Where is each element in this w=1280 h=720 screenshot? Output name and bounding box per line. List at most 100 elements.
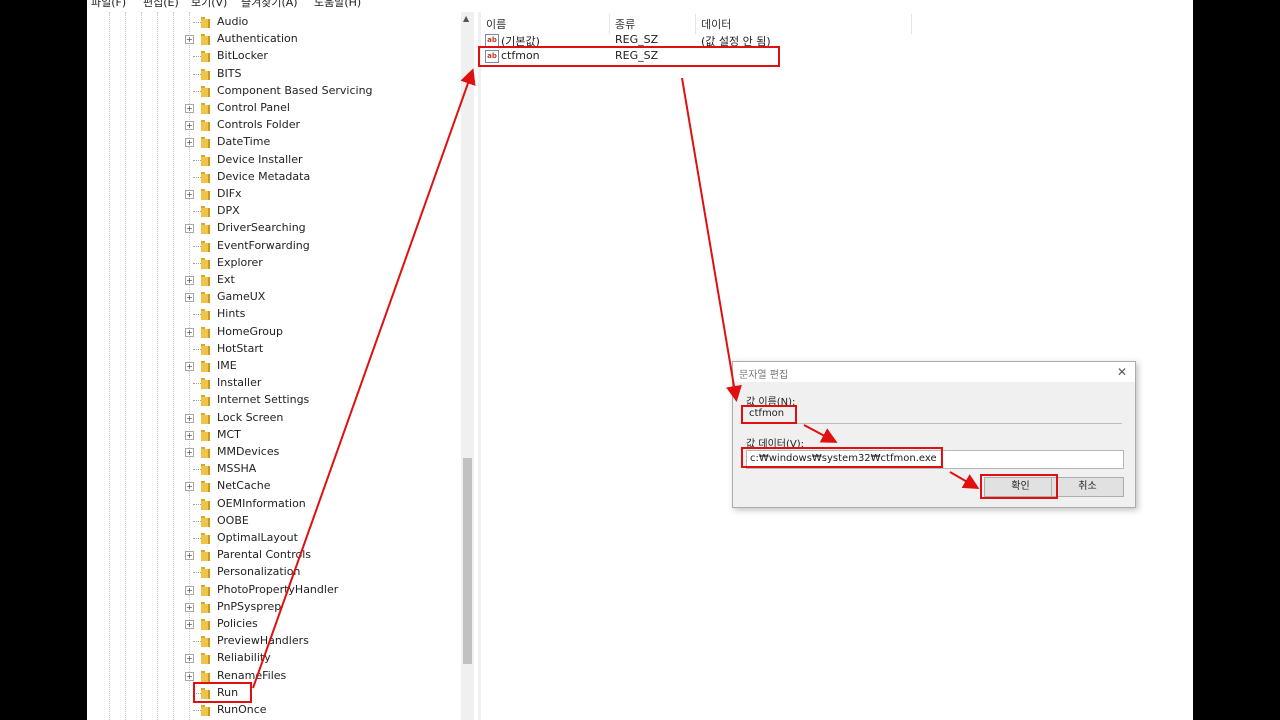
expand-icon[interactable]: + — [185, 654, 194, 664]
tree-item-controls-folder[interactable]: + Controls Folder — [87, 117, 457, 134]
dialog-title: 문자열 편집 — [739, 370, 789, 381]
tree-item-runonce[interactable]: RunOnce — [87, 702, 457, 719]
menu-view[interactable]: 보기(V) — [191, 0, 227, 10]
expand-icon[interactable]: + — [185, 121, 194, 131]
tree-item-difx[interactable]: + DIFx — [87, 186, 457, 203]
tree-item-netcache[interactable]: + NetCache — [87, 478, 457, 495]
column-header-type[interactable]: 종류 — [610, 14, 696, 34]
scroll-thumb[interactable] — [463, 458, 472, 664]
menu-favorites[interactable]: 즐겨찾기(A) — [241, 0, 298, 10]
tree-item-label: OOBE — [217, 513, 249, 527]
tree-item-eventforwarding[interactable]: EventForwarding — [87, 238, 457, 255]
expand-icon[interactable]: + — [185, 138, 194, 148]
expand-icon[interactable]: + — [185, 276, 194, 285]
key-tree[interactable]: Audio + Authentication BitLocker BITS Compone… — [87, 12, 461, 720]
tree-item-oeminformation[interactable]: OEMInformation — [87, 496, 457, 513]
tree-item-label: Reliability — [217, 651, 271, 665]
tree-item-parental-controls[interactable]: + Parental Controls — [87, 547, 457, 564]
expand-icon[interactable]: + — [185, 585, 194, 595]
tree-item-installer[interactable]: Installer — [87, 375, 457, 392]
expand-icon[interactable]: + — [185, 327, 194, 337]
column-header-data[interactable]: 데이터 — [696, 14, 912, 34]
tree-item-personalization[interactable]: Personalization — [87, 564, 457, 581]
folder-icon — [200, 653, 210, 665]
tree-item-authentication[interactable]: + Authentication — [87, 31, 457, 48]
dialog-titlebar[interactable]: 문자열 편집 ✕ — [733, 362, 1135, 382]
tree-item-gameux[interactable]: + GameUX — [87, 289, 457, 306]
tree-item-ext[interactable]: + Ext — [87, 272, 457, 289]
tree-item-audio[interactable]: Audio — [87, 14, 457, 31]
tree-item-control-panel[interactable]: + Control Panel — [87, 100, 457, 117]
tree-item-hotstart[interactable]: HotStart — [87, 341, 457, 358]
highlight-value-name — [741, 405, 797, 424]
tree-item-device-metadata[interactable]: Device Metadata — [87, 169, 457, 186]
menu-edit[interactable]: 편집(E) — [143, 0, 179, 10]
tree-item-mmdevices[interactable]: + MMDevices — [87, 444, 457, 461]
tree-item-policies[interactable]: + Policies — [87, 616, 457, 633]
tree-item-explorer[interactable]: Explorer — [87, 255, 457, 272]
expand-icon[interactable]: + — [185, 224, 194, 234]
folder-icon — [200, 533, 210, 544]
column-header-name[interactable]: 이름 — [481, 14, 610, 34]
expand-icon[interactable]: + — [185, 671, 194, 681]
folder-icon — [200, 515, 210, 527]
tree-item-component-based-servicing[interactable]: Component Based Servicing — [87, 83, 457, 100]
scroll-up-icon[interactable]: ▲ — [463, 14, 469, 23]
tree-item-lock-screen[interactable]: + Lock Screen — [87, 410, 457, 427]
expand-icon[interactable]: + — [185, 104, 194, 113]
tree-item-pnpsysprep[interactable]: + PnPSysprep — [87, 599, 457, 616]
folder-icon — [200, 171, 210, 183]
folder-icon — [200, 103, 210, 114]
folder-icon — [200, 567, 210, 579]
tree-item-optimallayout[interactable]: OptimalLayout — [87, 530, 457, 547]
cancel-button[interactable]: 취소 — [1051, 477, 1124, 497]
tree-item-oobe[interactable]: OOBE — [87, 513, 457, 530]
tree-item-label: DriverSearching — [217, 221, 306, 235]
expand-icon[interactable]: + — [185, 293, 194, 303]
expand-icon[interactable]: + — [185, 620, 194, 629]
close-icon[interactable]: ✕ — [1117, 365, 1127, 379]
tree-item-driversearching[interactable]: + DriverSearching — [87, 220, 457, 237]
tree-item-bitlocker[interactable]: BitLocker — [87, 48, 457, 65]
folder-icon — [200, 447, 210, 458]
tree-item-bits[interactable]: BITS — [87, 66, 457, 83]
value-name-field: ctfmon — [746, 407, 1122, 424]
tree-item-device-installer[interactable]: Device Installer — [87, 152, 457, 169]
tree-item-hints[interactable]: Hints — [87, 306, 457, 323]
tree-item-run[interactable]: Run — [87, 685, 457, 702]
expand-icon[interactable]: + — [185, 482, 194, 492]
tree-item-mssha[interactable]: MSSHA — [87, 461, 457, 478]
menu-file[interactable]: 파일(F) — [91, 0, 126, 10]
tree-item-label: DPX — [217, 204, 240, 218]
tree-item-label: Hints — [217, 307, 246, 321]
expand-icon[interactable]: + — [185, 551, 194, 561]
tree-scrollbar[interactable]: ▲ — [461, 12, 474, 720]
expand-icon[interactable]: + — [185, 362, 194, 371]
tree-item-ime[interactable]: + IME — [87, 358, 457, 375]
tree-item-label: BitLocker — [217, 49, 268, 63]
tree-item-reliability[interactable]: + Reliability — [87, 650, 457, 667]
folder-icon — [200, 705, 210, 716]
tree-item-label: Explorer — [217, 255, 263, 269]
expand-icon[interactable]: + — [185, 413, 194, 423]
tree-item-label: IME — [217, 359, 237, 372]
tree-item-label: PhotoPropertyHandler — [217, 582, 339, 596]
expand-icon[interactable]: + — [185, 35, 194, 45]
expand-icon[interactable]: + — [185, 602, 194, 612]
expand-icon[interactable]: + — [185, 430, 194, 440]
tree-item-dpx[interactable]: DPX — [87, 203, 457, 220]
value-type: REG_SZ — [615, 33, 659, 46]
tree-item-label: Device Metadata — [217, 169, 311, 183]
tree-item-internet-settings[interactable]: Internet Settings — [87, 392, 457, 409]
tree-item-previewhandlers[interactable]: PreviewHandlers — [87, 633, 457, 650]
tree-item-datetime[interactable]: + DateTime — [87, 134, 457, 151]
tree-item-renamefiles[interactable]: + RenameFiles — [87, 668, 457, 685]
menu-help[interactable]: 도움말(H) — [314, 0, 361, 10]
tree-item-mct[interactable]: + MCT — [87, 427, 457, 444]
folder-icon — [200, 395, 210, 407]
tree-item-label: Internet Settings — [217, 393, 310, 407]
expand-icon[interactable]: + — [185, 448, 194, 457]
tree-item-photopropertyhandler[interactable]: + PhotoPropertyHandler — [87, 582, 457, 599]
expand-icon[interactable]: + — [185, 190, 194, 199]
tree-item-homegroup[interactable]: + HomeGroup — [87, 324, 457, 341]
